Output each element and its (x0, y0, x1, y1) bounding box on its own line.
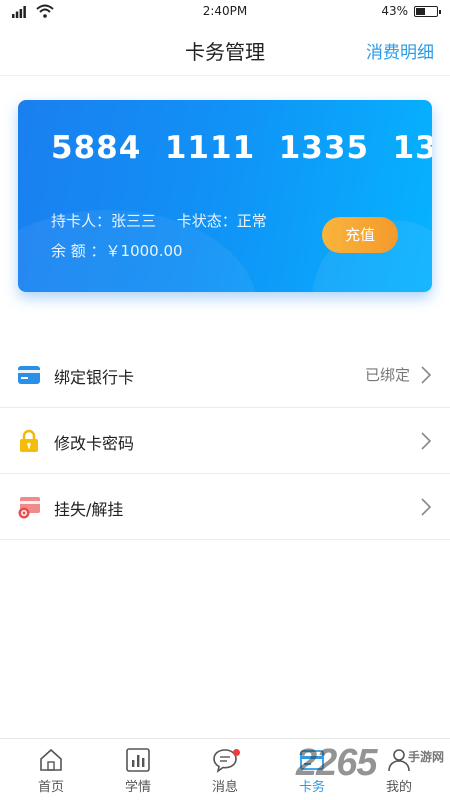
recharge-button[interactable]: 充值 (322, 217, 398, 253)
menu-item-label: 挂失/解挂 (54, 500, 124, 519)
campus-card: 5884 1111 1335 1345 持卡人：张三三 卡状态：正常 余 额 ：… (18, 100, 432, 292)
menu-item-label: 绑定银行卡 (54, 368, 135, 387)
chevron-right-icon (421, 432, 432, 450)
tab-label: 首页 (37, 780, 64, 795)
header: 卡务管理 消费明细 (0, 24, 450, 76)
battery-percent: 43% (381, 4, 408, 18)
watermark-main: 2265 (296, 742, 378, 784)
bank-card-icon (18, 366, 40, 384)
bind-status: 已绑定 (364, 366, 410, 384)
unread-badge (233, 749, 240, 756)
status-bar: 2:40PM 43% (0, 0, 450, 24)
card-balance: 余 额 ：￥1000.00 (51, 242, 183, 260)
card-info-row: 持卡人：张三三 卡状态：正常 (51, 210, 283, 231)
chevron-right-icon (421, 366, 432, 384)
tab-home[interactable]: 首页 (21, 747, 81, 795)
home-icon (40, 748, 62, 771)
tab-label: 消息 (211, 780, 238, 795)
chart-icon (126, 748, 150, 772)
menu-item-bind-bank-card[interactable]: 绑定银行卡 已绑定 (0, 342, 450, 408)
menu-item-report-loss[interactable]: 挂失/解挂 (0, 474, 450, 540)
card-menu: 绑定银行卡 已绑定 修改卡密码 挂失/解挂 (0, 342, 450, 540)
tab-label: 学情 (124, 780, 151, 795)
card-holder: 持卡人：张三三 (51, 212, 157, 230)
consumption-detail-link[interactable]: 消费明细 (366, 38, 434, 63)
battery-icon (414, 6, 441, 17)
menu-item-label: 修改卡密码 (54, 434, 135, 453)
chevron-right-icon (421, 498, 432, 516)
menu-item-change-password[interactable]: 修改卡密码 (0, 408, 450, 474)
card-number: 5884 1111 1335 1345 (51, 130, 432, 166)
watermark-sub: 手游网 (407, 750, 444, 764)
tab-study[interactable]: 学情 (108, 747, 168, 795)
lock-icon (20, 429, 38, 452)
watermark-logo: 2265 手游网 (296, 738, 446, 794)
tab-messages[interactable]: 消息 (195, 747, 255, 795)
card-loss-icon (18, 497, 40, 519)
card-status: 卡状态：正常 (176, 212, 267, 230)
